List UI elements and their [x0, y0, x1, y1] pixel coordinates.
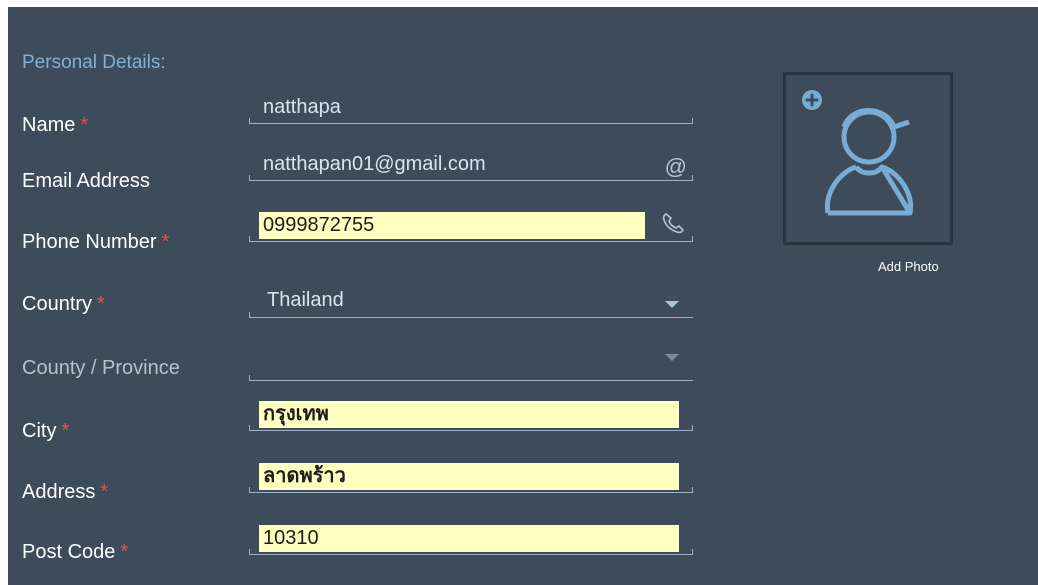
city-label-text: City: [22, 420, 57, 442]
phone-value: 0999872755: [259, 212, 645, 239]
email-label-text: Email Address: [22, 170, 150, 192]
phone-icon: [661, 211, 687, 239]
add-photo-box[interactable]: [783, 72, 953, 245]
postcode-label: Post Code *: [22, 541, 128, 564]
city-value: กรุงเทพ: [259, 401, 679, 428]
phone-icon-graphic: [662, 213, 684, 234]
postcode-value: 10310: [259, 525, 679, 552]
required-marker: *: [161, 231, 170, 253]
field-underline: [249, 123, 693, 124]
phone-label-text: Phone Number: [22, 231, 157, 253]
chevron-down-icon: [665, 301, 679, 308]
country-label: Country *: [22, 293, 105, 316]
province-select[interactable]: [249, 354, 693, 381]
field-underline: [249, 430, 693, 431]
field-corner: [249, 118, 250, 124]
field-corner: [692, 236, 693, 242]
address-label: Address *: [22, 481, 108, 504]
field-corner: [692, 118, 693, 124]
city-field[interactable]: กรุงเทพ: [249, 401, 693, 431]
address-label-text: Address: [22, 481, 96, 503]
country-value: Thailand: [267, 289, 344, 311]
address-value: ลาดพร้าว: [259, 463, 679, 490]
email-label: Email Address: [22, 170, 150, 193]
field-corner: [249, 549, 250, 555]
required-marker: *: [100, 481, 109, 503]
field-corner: [249, 312, 250, 318]
field-corner: [692, 549, 693, 555]
field-corner: [249, 487, 250, 493]
required-marker: *: [120, 541, 129, 563]
name-label-text: Name: [22, 114, 76, 136]
field-underline: [249, 317, 693, 318]
required-marker: *: [61, 420, 70, 442]
field-underline: [249, 380, 693, 381]
field-corner: [692, 487, 693, 493]
field-underline: [249, 492, 693, 493]
section-title: Personal Details:: [22, 52, 166, 73]
at-icon: @: [664, 154, 687, 179]
address-field[interactable]: ลาดพร้าว: [249, 463, 693, 493]
field-underline: [249, 241, 693, 242]
name-value: natthapa: [263, 96, 341, 118]
country-select[interactable]: Thailand: [249, 289, 693, 318]
field-corner: [692, 425, 693, 431]
postcode-label-text: Post Code: [22, 541, 116, 563]
field-underline: [249, 554, 693, 555]
province-label: County / Province: [22, 357, 180, 380]
field-corner: [692, 175, 693, 181]
country-label-text: Country: [22, 293, 93, 315]
required-marker: *: [80, 114, 89, 136]
add-photo-label[interactable]: Add Photo: [878, 259, 939, 274]
field-corner: [249, 375, 250, 381]
chevron-down-icon: [665, 354, 679, 361]
required-marker: *: [97, 293, 105, 315]
field-corner: [249, 425, 250, 431]
name-label: Name *: [22, 114, 88, 137]
field-underline: [249, 180, 693, 181]
province-label-text: County / Province: [22, 357, 180, 379]
postcode-field[interactable]: 10310: [249, 525, 693, 555]
user-avatar-icon: [802, 90, 914, 216]
email-field[interactable]: natthapan01@gmail.com @: [249, 153, 693, 181]
phone-field[interactable]: 0999872755: [249, 212, 693, 242]
field-corner: [249, 236, 250, 242]
name-field[interactable]: natthapa: [249, 96, 693, 124]
phone-label: Phone Number *: [22, 231, 169, 254]
field-corner: [249, 175, 250, 181]
city-label: City *: [22, 420, 69, 443]
email-value: natthapan01@gmail.com: [263, 153, 486, 175]
